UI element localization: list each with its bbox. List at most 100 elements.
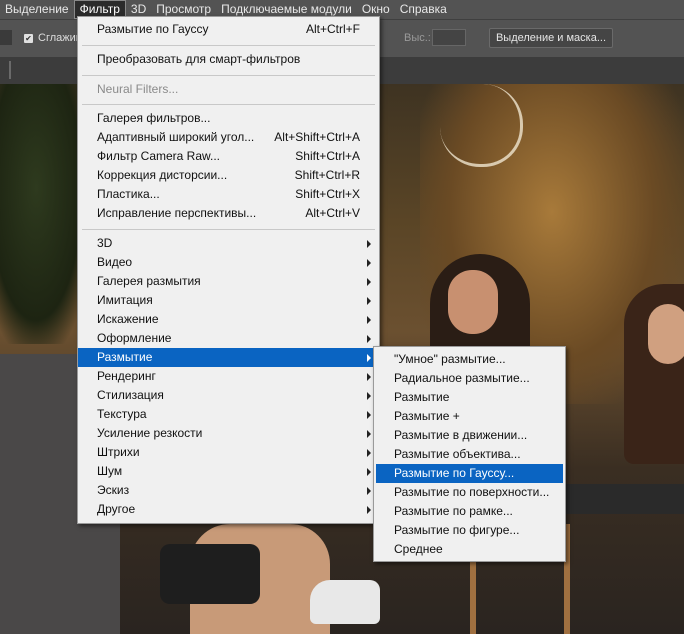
blur-item-average[interactable]: Среднее — [374, 540, 565, 559]
submenu-3d[interactable]: 3D — [78, 234, 379, 253]
menu-item-label: Размытие по поверхности... — [394, 485, 550, 499]
blur-item-smart[interactable]: "Умное" размытие... — [374, 350, 565, 369]
photo-neon-sign — [440, 84, 523, 167]
menu-item-label: Размытие по Гауссу... — [394, 466, 515, 480]
menu-item-label: Оформление — [97, 331, 172, 345]
menu-item-label: Штрихи — [97, 445, 140, 459]
submenu-render[interactable]: Рендеринг — [78, 367, 379, 386]
submenu-arrow-icon — [367, 259, 371, 267]
menu-select[interactable]: Выделение — [0, 0, 74, 19]
submenu-arrow-icon — [367, 449, 371, 457]
submenu-arrow-icon — [367, 392, 371, 400]
blur-item-motion[interactable]: Размытие в движении... — [374, 426, 565, 445]
submenu-arrow-icon — [367, 430, 371, 438]
submenu-sharpen[interactable]: Усиление резкости — [78, 424, 379, 443]
menu-item-label: Имитация — [97, 293, 153, 307]
smooth-label: Сглажив — [38, 32, 82, 44]
submenu-arrow-icon — [367, 316, 371, 324]
menu-item-last-filter[interactable]: Размытие по Гауссу Alt+Ctrl+F — [78, 20, 379, 39]
blur-submenu: "Умное" размытие... Радиальное размытие.… — [373, 346, 566, 562]
menu-item-label: Размытие — [97, 350, 153, 364]
menu-separator — [82, 229, 375, 230]
menu-item-label: Рендеринг — [97, 369, 156, 383]
submenu-brush-strokes[interactable]: Штрихи — [78, 443, 379, 462]
menu-item-lens-correction[interactable]: Коррекция дисторсии... Shift+Ctrl+R — [78, 166, 379, 185]
feather-field[interactable] — [0, 30, 12, 45]
submenu-video[interactable]: Видео — [78, 253, 379, 272]
submenu-texture[interactable]: Текстура — [78, 405, 379, 424]
submenu-distort[interactable]: Искажение — [78, 310, 379, 329]
menu-item-label: Размытие по Гауссу — [97, 22, 209, 36]
menu-item-label: Neural Filters... — [97, 82, 179, 96]
select-and-mask-button[interactable]: Выделение и маска... — [489, 28, 613, 48]
photo-person-face — [448, 270, 498, 334]
menu-item-label: Фильтр Camera Raw... — [97, 149, 221, 163]
menu-item-label: Галерея фильтров... — [97, 111, 211, 125]
tab-divider — [9, 61, 11, 79]
blur-item-box[interactable]: Размытие по рамке... — [374, 502, 565, 521]
submenu-arrow-icon — [367, 411, 371, 419]
menu-item-label: Текстура — [97, 407, 147, 421]
menu-item-label: Шум — [97, 464, 123, 478]
smooth-checkbox[interactable]: ✔ — [24, 34, 33, 43]
menu-item-label: "Умное" размытие... — [394, 352, 506, 366]
menu-item-label: Размытие в движении... — [394, 428, 528, 442]
menu-item-label: Преобразовать для смарт-фильтров — [97, 52, 301, 66]
submenu-arrow-icon — [367, 240, 371, 248]
submenu-blur-gallery[interactable]: Галерея размытия — [78, 272, 379, 291]
submenu-arrow-icon — [367, 468, 371, 476]
menu-item-label: Размытие по фигуре... — [394, 523, 520, 537]
submenu-artistic[interactable]: Имитация — [78, 291, 379, 310]
menu-item-label: Среднее — [394, 542, 443, 556]
blur-item-blur-more[interactable]: Размытие + — [374, 407, 565, 426]
menu-item-neural-filters: Neural Filters... — [78, 80, 379, 99]
menu-item-label: Усиление резкости — [97, 426, 203, 440]
menu-item-label: Другое — [97, 502, 136, 516]
menu-item-filter-gallery[interactable]: Галерея фильтров... — [78, 109, 379, 128]
photo-person-right-face — [648, 304, 684, 364]
submenu-arrow-icon — [367, 487, 371, 495]
menu-item-convert-smart[interactable]: Преобразовать для смарт-фильтров — [78, 50, 379, 69]
menu-item-shortcut: Shift+Ctrl+X — [295, 187, 360, 201]
menu-item-shortcut: Alt+Ctrl+F — [305, 22, 360, 36]
blur-item-radial[interactable]: Радиальное размытие... — [374, 369, 565, 388]
submenu-other[interactable]: Другое — [78, 500, 379, 519]
submenu-arrow-icon — [367, 354, 371, 362]
photo-shorts — [160, 544, 260, 604]
submenu-sketch[interactable]: Эскиз — [78, 481, 379, 500]
blur-item-surface[interactable]: Размытие по поверхности... — [374, 483, 565, 502]
menu-help[interactable]: Справка — [395, 0, 452, 19]
menu-item-shortcut: Alt+Ctrl+V — [305, 206, 360, 220]
menu-item-adaptive-wide-angle[interactable]: Адаптивный широкий угол... Alt+Shift+Ctr… — [78, 128, 379, 147]
submenu-pixelate[interactable]: Оформление — [78, 329, 379, 348]
submenu-stylize[interactable]: Стилизация — [78, 386, 379, 405]
menu-separator — [82, 75, 375, 76]
blur-item-shape[interactable]: Размытие по фигуре... — [374, 521, 565, 540]
submenu-arrow-icon — [367, 278, 371, 286]
menu-item-label: Размытие — [394, 390, 450, 404]
menu-item-label: Коррекция дисторсии... — [97, 168, 228, 182]
submenu-arrow-icon — [367, 506, 371, 514]
menu-item-label: Размытие по рамке... — [394, 504, 513, 518]
menu-item-liquify[interactable]: Пластика... Shift+Ctrl+X — [78, 185, 379, 204]
submenu-noise[interactable]: Шум — [78, 462, 379, 481]
blur-item-blur[interactable]: Размытие — [374, 388, 565, 407]
blur-item-lens[interactable]: Размытие объектива... — [374, 445, 565, 464]
menu-item-shortcut: Alt+Shift+Ctrl+A — [274, 130, 360, 144]
blur-item-gaussian[interactable]: Размытие по Гауссу... — [376, 464, 563, 483]
menu-item-label: Эскиз — [97, 483, 130, 497]
menu-item-camera-raw[interactable]: Фильтр Camera Raw... Shift+Ctrl+A — [78, 147, 379, 166]
height-field[interactable] — [432, 29, 466, 46]
menu-item-label: Исправление перспективы... — [97, 206, 257, 220]
submenu-blur[interactable]: Размытие — [78, 348, 379, 367]
photo-sneaker — [310, 580, 380, 624]
menu-item-label: Радиальное размытие... — [394, 371, 530, 385]
menu-item-label: Искажение — [97, 312, 159, 326]
menu-item-label: Размытие + — [394, 409, 460, 423]
menu-item-label: Стилизация — [97, 388, 164, 402]
menu-item-label: Видео — [97, 255, 133, 269]
filter-menu: Размытие по Гауссу Alt+Ctrl+F Преобразов… — [77, 16, 380, 524]
menu-item-label: Размытие объектива... — [394, 447, 521, 461]
menu-item-label: Пластика... — [97, 187, 160, 201]
menu-item-vanishing-point[interactable]: Исправление перспективы... Alt+Ctrl+V — [78, 204, 379, 223]
